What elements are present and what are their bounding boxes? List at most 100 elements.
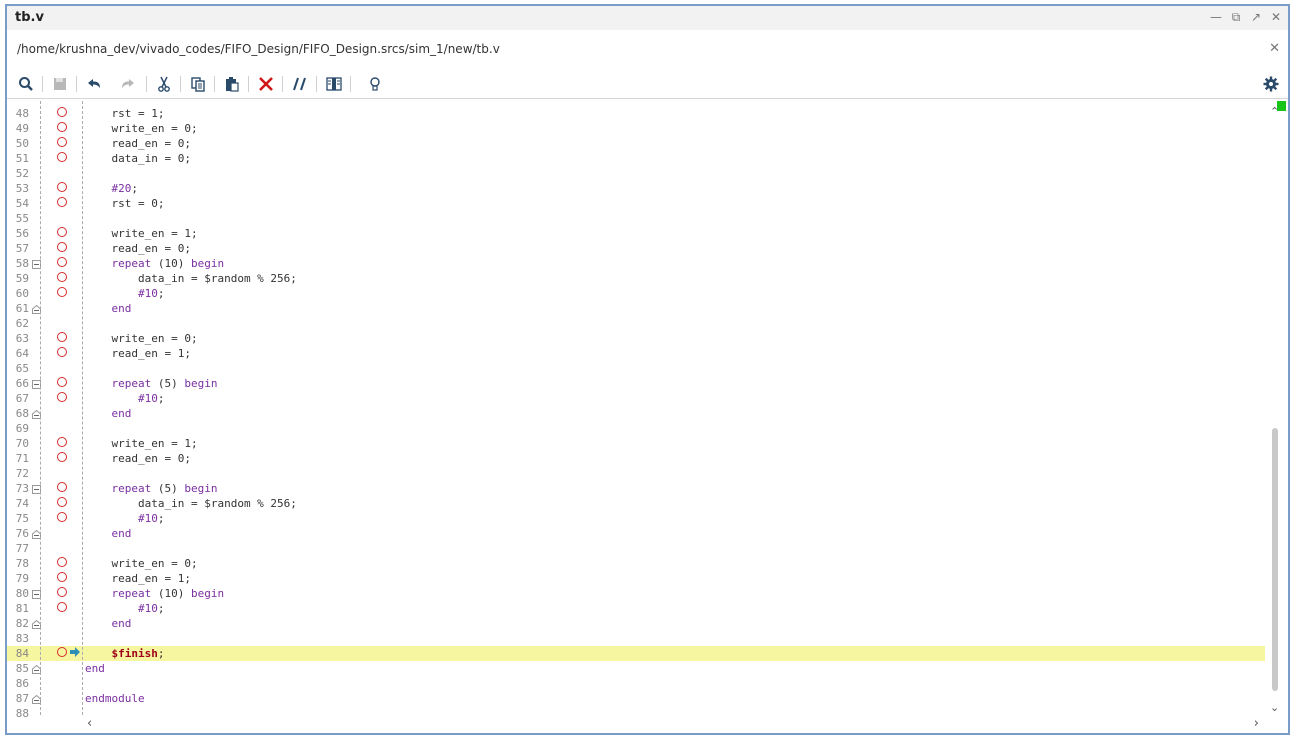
hint-icon[interactable] xyxy=(364,73,386,95)
breakpoint-icon[interactable] xyxy=(57,227,67,237)
breakpoint-icon[interactable] xyxy=(57,512,67,522)
code-line[interactable]: 67 #10; xyxy=(7,391,1265,406)
code-line[interactable]: 49 write_en = 0; xyxy=(7,121,1265,136)
code-line[interactable]: 76 end xyxy=(7,526,1265,541)
breakpoint-icon[interactable] xyxy=(57,647,67,657)
code-line[interactable]: 72 xyxy=(7,466,1265,481)
code-line[interactable]: 54 rst = 0; xyxy=(7,196,1265,211)
breakpoint-icon[interactable] xyxy=(57,152,67,162)
breakpoint-icon[interactable] xyxy=(57,452,67,462)
code-line[interactable]: 55 xyxy=(7,211,1265,226)
code-line[interactable]: 64 read_en = 1; xyxy=(7,346,1265,361)
code-line[interactable]: 66 repeat (5) begin xyxy=(7,376,1265,391)
code-line[interactable]: 57 read_en = 0; xyxy=(7,241,1265,256)
vertical-scrollbar[interactable]: ⌃ ⌄ xyxy=(1264,101,1288,719)
horizontal-scrollbar[interactable]: ‹ › xyxy=(83,716,1263,732)
code-line[interactable]: 60 #10; xyxy=(7,286,1265,301)
code-line[interactable]: 70 write_en = 1; xyxy=(7,436,1265,451)
code-line[interactable]: 86 xyxy=(7,676,1265,691)
breakpoint-icon[interactable] xyxy=(57,287,67,297)
code-line[interactable]: 78 write_en = 0; xyxy=(7,556,1265,571)
close-file-icon[interactable]: ✕ xyxy=(1269,41,1280,56)
line-number: 69 xyxy=(15,422,29,435)
breakpoint-icon[interactable] xyxy=(57,377,67,387)
breakpoint-icon[interactable] xyxy=(57,272,67,282)
line-number: 54 xyxy=(15,197,29,210)
code-line[interactable]: 53 #20; xyxy=(7,181,1265,196)
breakpoint-icon[interactable] xyxy=(57,182,67,192)
code-line[interactable]: 69 xyxy=(7,421,1265,436)
code-line[interactable]: 50 read_en = 0; xyxy=(7,136,1265,151)
code-line[interactable]: 83 xyxy=(7,631,1265,646)
breakpoint-icon[interactable] xyxy=(57,602,67,612)
paste-icon[interactable] xyxy=(221,73,243,95)
breakpoint-icon[interactable] xyxy=(57,122,67,132)
line-number: 52 xyxy=(15,167,29,180)
column-icon[interactable] xyxy=(323,73,345,95)
code-line[interactable]: 77 xyxy=(7,541,1265,556)
vertical-scroll-thumb[interactable] xyxy=(1272,428,1278,691)
code-line[interactable]: 80 repeat (10) begin xyxy=(7,586,1265,601)
line-number: 76 xyxy=(15,527,29,540)
code-line[interactable]: 65 xyxy=(7,361,1265,376)
redo-icon[interactable] xyxy=(117,73,139,95)
code-editor[interactable]: 48 rst = 1; 49 write_en = 0; 50 read_en = … xyxy=(7,101,1265,717)
code-line[interactable]: 88 xyxy=(7,706,1265,717)
code-line[interactable]: 56 write_en = 1; xyxy=(7,226,1265,241)
copy-icon[interactable] xyxy=(187,73,209,95)
settings-gear-icon[interactable] xyxy=(1260,73,1282,95)
code-text: endmodule xyxy=(85,692,145,705)
cut-icon[interactable] xyxy=(153,73,175,95)
code-text: end xyxy=(111,617,132,630)
code-line[interactable]: 87 endmodule xyxy=(7,691,1265,706)
scroll-right-icon[interactable]: › xyxy=(1254,716,1259,731)
code-line[interactable]: 61 end xyxy=(7,301,1265,316)
breakpoint-icon[interactable] xyxy=(57,107,67,117)
undo-icon[interactable] xyxy=(83,73,105,95)
search-icon[interactable] xyxy=(15,73,37,95)
minimize-icon[interactable]: — xyxy=(1208,10,1224,24)
code-line[interactable]: 74 data_in = $random % 256; xyxy=(7,496,1265,511)
breakpoint-icon[interactable] xyxy=(57,557,67,567)
code-line[interactable]: 48 rst = 1; xyxy=(7,106,1265,121)
restore-icon[interactable]: ⧉ xyxy=(1228,10,1244,25)
delete-icon[interactable] xyxy=(255,73,277,95)
code-line[interactable]: 52 xyxy=(7,166,1265,181)
code-line[interactable]: 73 repeat (5) begin xyxy=(7,481,1265,496)
breakpoint-icon[interactable] xyxy=(57,137,67,147)
code-line[interactable]: 63 write_en = 0; xyxy=(7,331,1265,346)
code-line[interactable]: 59 data_in = $random % 256; xyxy=(7,271,1265,286)
breakpoint-icon[interactable] xyxy=(57,437,67,447)
line-number: 55 xyxy=(15,212,29,225)
breakpoint-icon[interactable] xyxy=(57,482,67,492)
code-line[interactable]: 68 end xyxy=(7,406,1265,421)
close-icon[interactable]: ✕ xyxy=(1268,10,1284,24)
breakpoint-icon[interactable] xyxy=(57,197,67,207)
code-line[interactable]: 51 data_in = 0; xyxy=(7,151,1265,166)
scroll-up-icon[interactable]: ⌃ xyxy=(1270,105,1279,118)
line-number: 65 xyxy=(15,362,29,375)
code-line[interactable]: 85 end xyxy=(7,661,1265,676)
save-icon[interactable] xyxy=(49,73,71,95)
breakpoint-icon[interactable] xyxy=(57,392,67,402)
code-line[interactable]: 81 #10; xyxy=(7,601,1265,616)
breakpoint-icon[interactable] xyxy=(57,242,67,252)
code-line[interactable]: 84 $finish; xyxy=(7,646,1265,661)
breakpoint-icon[interactable] xyxy=(57,257,67,267)
code-line[interactable]: 79 read_en = 1; xyxy=(7,571,1265,586)
breakpoint-icon[interactable] xyxy=(57,347,67,357)
breakpoint-icon[interactable] xyxy=(57,332,67,342)
line-number: 49 xyxy=(15,122,29,135)
breakpoint-icon[interactable] xyxy=(57,587,67,597)
maximize-icon[interactable]: ↗ xyxy=(1248,10,1264,24)
code-line[interactable]: 62 xyxy=(7,316,1265,331)
code-line[interactable]: 82 end xyxy=(7,616,1265,631)
code-line[interactable]: 58 repeat (10) begin xyxy=(7,256,1265,271)
scroll-left-icon[interactable]: ‹ xyxy=(87,716,92,731)
breakpoint-icon[interactable] xyxy=(57,497,67,507)
comment-icon[interactable] xyxy=(289,73,311,95)
code-line[interactable]: 71 read_en = 0; xyxy=(7,451,1265,466)
breakpoint-icon[interactable] xyxy=(57,572,67,582)
scroll-down-icon[interactable]: ⌄ xyxy=(1270,701,1279,714)
code-line[interactable]: 75 #10; xyxy=(7,511,1265,526)
